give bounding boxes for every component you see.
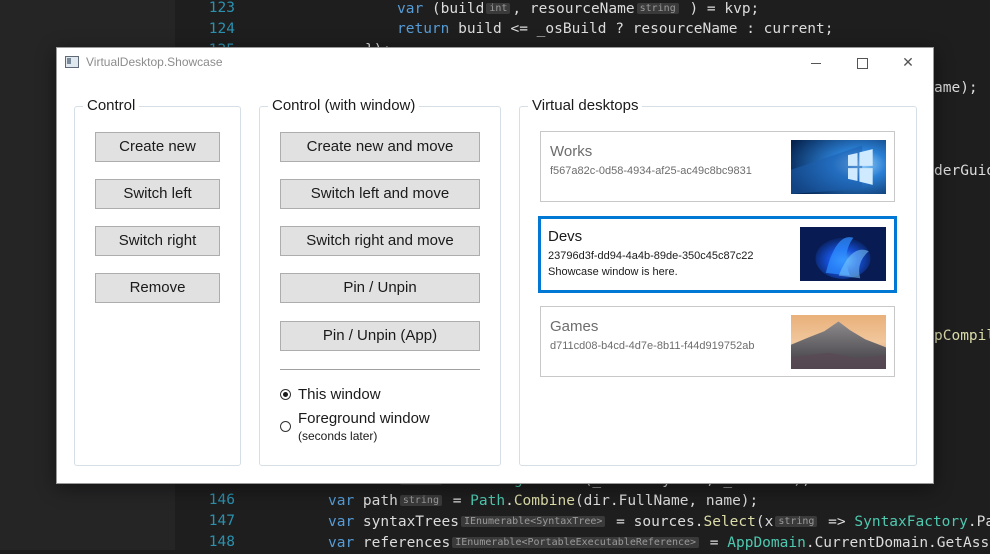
desktop-name: Works <box>550 143 593 160</box>
desktop-guid: 23796d3f-dd94-4a4b-89de-350c45c87c22 <box>548 250 754 262</box>
virtual-desktops-group: Virtual desktops Works f567a82c-0d58-4934… <box>519 96 917 466</box>
maximize-icon <box>856 58 868 69</box>
desktop-name: Devs <box>548 228 583 245</box>
radio-foreground-window-label: Foreground window (seconds later) <box>298 409 430 444</box>
code-line: 147 var syntaxTrees IEnumerable<SyntaxTree… <box>0 511 990 532</box>
code-fragment: ame); <box>934 80 978 96</box>
maximize-button[interactable] <box>839 48 885 78</box>
radio-foreground-window[interactable]: Foreground window (seconds later) <box>280 409 430 444</box>
window-title: VirtualDesktop.Showcase <box>86 55 223 69</box>
code-text: var (build int, resourceName string ) = kv… <box>397 1 760 17</box>
divider <box>280 369 480 370</box>
control-with-window-title: Control (with window) <box>268 96 420 116</box>
desktop-wallpaper-thumbnail <box>791 140 886 194</box>
control-group-title: Control <box>83 96 140 116</box>
code-line: 146 var path string = Path.Combine(dir.Ful… <box>0 490 990 511</box>
code-fragment: derGuid <box>934 163 990 179</box>
desktop-card-devs[interactable]: Devs 23796d3f-dd94-4a4b-89de-350c45c87c22… <box>538 216 897 293</box>
pin-unpin-app-button[interactable]: Pin / Unpin (App) <box>280 321 480 351</box>
remove-button[interactable]: Remove <box>95 273 220 303</box>
app-window-icon <box>65 56 79 68</box>
code-text: var path string = Path.Combine(dir.FullNa… <box>328 493 759 509</box>
desktop-card-works[interactable]: Works f567a82c-0d58-4934-af25-ac49c8bc983… <box>540 131 895 202</box>
desktop-wallpaper-thumbnail <box>791 315 886 369</box>
line-number: 124 <box>208 21 235 37</box>
switch-left-and-move-button[interactable]: Switch left and move <box>280 179 480 209</box>
close-button[interactable]: ✕ <box>885 48 931 78</box>
desktop-name: Games <box>550 318 599 335</box>
create-new-and-move-button[interactable]: Create new and move <box>280 132 480 162</box>
pin-unpin-button[interactable]: Pin / Unpin <box>280 273 480 303</box>
switch-right-and-move-button[interactable]: Switch right and move <box>280 226 480 256</box>
radio-foreground-label-text: Foreground window <box>298 410 430 427</box>
desktop-guid: d711cd08-b4cd-4d7e-8b11-f44d919752ab <box>550 340 755 352</box>
radio-this-window-label: This window <box>298 386 381 403</box>
desktop-guid: f567a82c-0d58-4934-af25-ac49c8bc9831 <box>550 165 752 177</box>
virtual-desktops-title: Virtual desktops <box>528 96 643 116</box>
line-number: 146 <box>208 492 235 508</box>
switch-right-button[interactable]: Switch right <box>95 226 220 256</box>
line-number: 123 <box>208 0 235 16</box>
create-new-button[interactable]: Create new <box>95 132 220 162</box>
radio-foreground-window-indicator[interactable] <box>280 421 291 432</box>
control-with-window-group: Control (with window) Create new and mov… <box>259 96 501 466</box>
code-line: 124 return build <= _osBuild ? resourceNa… <box>0 19 990 40</box>
radio-this-window[interactable]: This window <box>280 385 381 404</box>
control-group: Control Create new Switch left Switch ri… <box>74 96 241 466</box>
desktop-wallpaper-thumbnail <box>800 227 886 281</box>
switch-left-button[interactable]: Switch left <box>95 179 220 209</box>
code-text: var syntaxTrees IEnumerable<SyntaxTree> =… <box>328 514 990 530</box>
code-text: return build <= _osBuild ? resourceName … <box>397 21 834 37</box>
close-icon: ✕ <box>902 54 914 70</box>
minimize-icon <box>811 62 821 64</box>
title-bar[interactable]: VirtualDesktop.Showcase ✕ <box>57 48 933 78</box>
desktop-note: Showcase window is here. <box>548 266 678 278</box>
code-line: 123 var (build int, resourceName string ) =… <box>0 0 990 19</box>
code-fragment: pCompil <box>934 328 990 344</box>
showcase-window: VirtualDesktop.Showcase ✕ Control Create… <box>56 47 934 484</box>
radio-this-window-indicator[interactable] <box>280 389 291 400</box>
minimize-button[interactable] <box>793 48 839 78</box>
radio-foreground-subtext: (seconds later) <box>298 429 378 443</box>
code-text: var references IEnumerable<PortableExecut… <box>328 535 990 551</box>
line-number: 147 <box>208 513 235 529</box>
desktop-card-games[interactable]: Games d711cd08-b4cd-4d7e-8b11-f44d919752a… <box>540 306 895 377</box>
